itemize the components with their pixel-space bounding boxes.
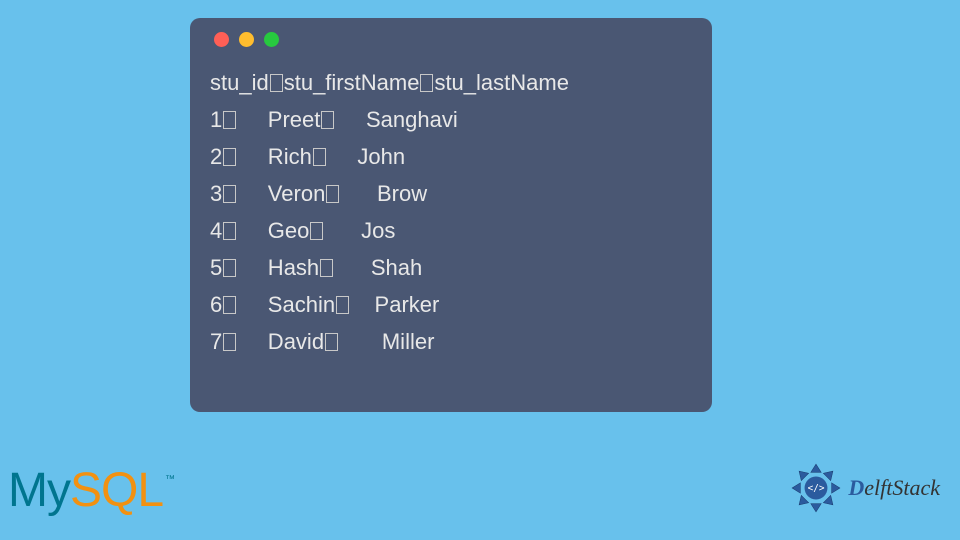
delftstack-label: DelftStack: [848, 475, 940, 501]
delftstack-icon: </>: [790, 462, 842, 514]
terminal-window: stu_idstu_firstNamestu_lastName 1 Preet …: [190, 18, 712, 412]
window-controls: [214, 32, 692, 47]
mysql-logo-tm: ™: [165, 474, 175, 485]
mysql-logo-sql: SQL: [70, 464, 163, 517]
mysql-logo: MySQL™: [8, 463, 175, 518]
close-icon[interactable]: [214, 32, 229, 47]
maximize-icon[interactable]: [264, 32, 279, 47]
minimize-icon[interactable]: [239, 32, 254, 47]
terminal-output: stu_idstu_firstNamestu_lastName 1 Preet …: [210, 65, 692, 361]
delftstack-logo: </> DelftStack: [790, 462, 940, 514]
mysql-logo-my: My: [8, 464, 70, 517]
svg-text:</>: </>: [808, 483, 825, 494]
